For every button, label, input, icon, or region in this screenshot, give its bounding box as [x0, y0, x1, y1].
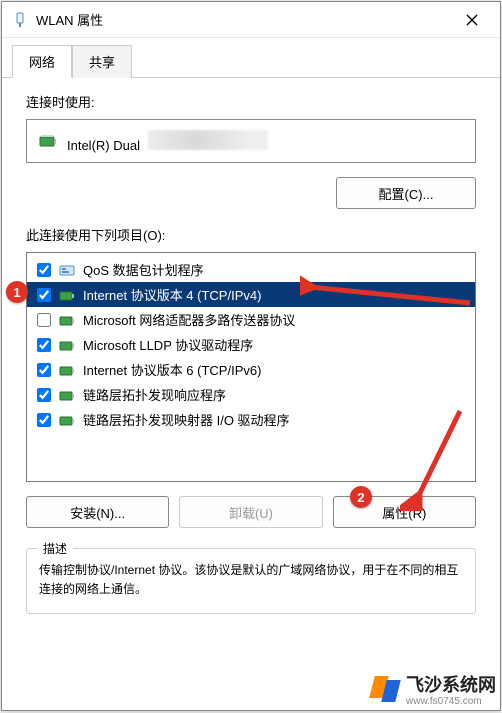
wlan-properties-dialog: WLAN 属性 网络 共享 连接时使用: Intel(R) Dual — [1, 1, 501, 711]
list-item[interactable]: QoS 数据包计划程序 — [27, 257, 475, 282]
titlebar: WLAN 属性 — [2, 2, 500, 38]
item-label: Microsoft 网络适配器多路传送器协议 — [83, 310, 465, 329]
description-group: 描述 传输控制协议/Internet 协议。该协议是默认的广域网络协议，用于在不… — [26, 548, 476, 614]
close-button[interactable] — [452, 5, 492, 35]
item-label: Internet 协议版本 4 (TCP/IPv4) — [83, 285, 465, 304]
item-checkbox[interactable] — [37, 388, 51, 402]
list-item[interactable]: 链路层拓扑发现响应程序 — [27, 382, 475, 407]
watermark-text: 飞沙系统网 www.fs0745.com — [406, 671, 496, 707]
protocol-icon — [59, 362, 75, 378]
tab-network[interactable]: 网络 — [12, 45, 72, 78]
network-adapter-icon — [12, 12, 28, 28]
list-item[interactable]: Internet 协议版本 4 (TCP/IPv4) — [27, 282, 475, 307]
connect-using-label: 连接时使用: — [26, 92, 476, 111]
configure-row: 配置(C)... — [26, 177, 476, 209]
watermark: 飞沙系统网 www.fs0745.com — [370, 671, 496, 707]
protocol-icon — [59, 337, 75, 353]
adapter-card-icon — [39, 132, 57, 150]
item-checkbox[interactable] — [37, 313, 51, 327]
protocol-icon — [59, 412, 75, 428]
items-label: 此连接使用下列项目(O): — [26, 225, 476, 244]
list-item[interactable]: 链路层拓扑发现映射器 I/O 驱动程序 — [27, 407, 475, 432]
item-label: Microsoft LLDP 协议驱动程序 — [83, 335, 465, 354]
tab-content: 连接时使用: Intel(R) Dual 配置(C)... 此连接使用下列项目(… — [2, 78, 500, 710]
redacted-text — [148, 130, 268, 150]
adapter-name-text: Intel(R) Dual — [67, 138, 140, 153]
close-icon — [466, 14, 478, 26]
item-label: QoS 数据包计划程序 — [83, 260, 465, 279]
item-action-row: 安装(N)... 卸载(U) 属性(R) — [26, 496, 476, 528]
watermark-url: www.fs0745.com — [406, 697, 496, 707]
watermark-logo-icon — [370, 674, 400, 704]
tab-sharing[interactable]: 共享 — [72, 45, 132, 78]
item-checkbox[interactable] — [37, 263, 51, 277]
qos-icon — [59, 262, 75, 278]
adapter-box: Intel(R) Dual — [26, 119, 476, 163]
item-checkbox[interactable] — [37, 413, 51, 427]
protocol-icon — [59, 387, 75, 403]
adapter-name: Intel(R) Dual — [67, 130, 463, 153]
item-checkbox[interactable] — [37, 363, 51, 377]
connection-items-list[interactable]: QoS 数据包计划程序 Internet 协议版本 4 (TCP/IPv4) Mic… — [26, 252, 476, 482]
item-label: 链路层拓扑发现响应程序 — [83, 385, 465, 404]
annotation-badge-2: 2 — [350, 486, 372, 508]
list-item[interactable]: Microsoft LLDP 协议驱动程序 — [27, 332, 475, 357]
description-header: 描述 — [37, 540, 73, 557]
watermark-name: 飞沙系统网 — [406, 675, 496, 695]
list-item[interactable]: Microsoft 网络适配器多路传送器协议 — [27, 307, 475, 332]
list-item[interactable]: Internet 协议版本 6 (TCP/IPv6) — [27, 357, 475, 382]
annotation-badge-1: 1 — [6, 281, 28, 303]
item-checkbox[interactable] — [37, 288, 51, 302]
uninstall-button[interactable]: 卸载(U) — [179, 496, 322, 528]
item-label: 链路层拓扑发现映射器 I/O 驱动程序 — [83, 410, 465, 429]
protocol-icon — [59, 287, 75, 303]
item-label: Internet 协议版本 6 (TCP/IPv6) — [83, 360, 465, 379]
item-checkbox[interactable] — [37, 338, 51, 352]
description-text: 传输控制协议/Internet 协议。该协议是默认的广域网络协议，用于在不同的相… — [39, 561, 463, 599]
tab-strip: 网络 共享 — [2, 38, 500, 78]
window-title: WLAN 属性 — [36, 10, 452, 29]
configure-button[interactable]: 配置(C)... — [336, 177, 476, 209]
protocol-icon — [59, 312, 75, 328]
install-button[interactable]: 安装(N)... — [26, 496, 169, 528]
